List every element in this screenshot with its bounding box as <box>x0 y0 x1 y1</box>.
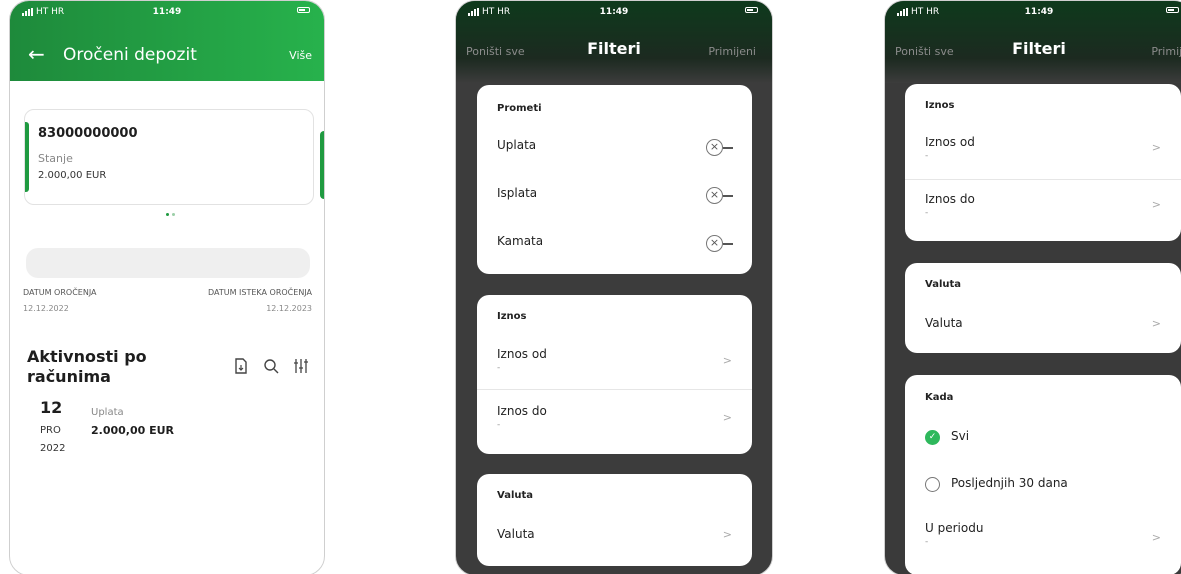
amount-from-value: - <box>497 363 501 373</box>
search-icon[interactable] <box>262 357 280 375</box>
transaction-month: PRO <box>40 425 61 436</box>
clock: 11:49 <box>1024 7 1054 17</box>
filters-screen-scrolled: HT HR 11:49 Poništi sve Filteri Primijen… <box>884 0 1181 574</box>
amount-title: Iznos <box>925 100 955 111</box>
account-number: 83000000000 <box>38 126 138 141</box>
isplata-toggle[interactable]: × <box>706 187 733 204</box>
amount-card: Iznos Iznos od - > Iznos do - > <box>477 295 752 454</box>
transaction-amount: 2.000,00 EUR <box>91 424 175 437</box>
filters-screen-turnover: HT HR 11:49 Poništi sve Filteri Primijen… <box>455 0 773 574</box>
balance-label: Stanje <box>38 152 73 165</box>
back-arrow-icon[interactable]: ← <box>28 42 45 66</box>
close-icon: × <box>706 139 723 156</box>
amount-from-row[interactable]: Iznos od <box>497 347 547 361</box>
battery-icon <box>1166 7 1179 13</box>
chevron-right-icon: > <box>1151 198 1161 211</box>
when-option-all[interactable]: Svi <box>951 429 969 443</box>
when-title: Kada <box>925 392 954 403</box>
when-option-30-days[interactable]: Posljednjih 30 dana <box>951 476 1068 490</box>
currency-card: Valuta Valuta > <box>905 263 1181 353</box>
when-card: Kada ✓ Svi Posljednjih 30 dana U periodu… <box>905 375 1181 574</box>
kamata-toggle[interactable]: × <box>706 235 733 252</box>
amount-card: Iznos Iznos od - > Iznos do - > <box>905 84 1181 241</box>
chevron-right-icon: > <box>1151 317 1161 330</box>
amount-to-value: - <box>925 208 929 218</box>
turnover-card: Prometi Uplata × Isplata × Kamata × <box>477 85 752 274</box>
apply-button[interactable]: Primijeni <box>1151 45 1181 58</box>
currency-title: Valuta <box>925 279 962 290</box>
end-date: 12.12.2023 <box>266 304 312 313</box>
currency-card: Valuta Valuta > <box>477 474 752 566</box>
battery-icon <box>745 7 758 13</box>
end-date-label: DATUM ISTEKA OROČENJA <box>207 288 312 297</box>
turnover-uplata: Uplata <box>497 138 537 152</box>
clock: 11:49 <box>599 7 629 17</box>
activity-heading: Aktivnosti po računima <box>27 347 147 386</box>
status-bar: HT HR 11:49 <box>456 1 772 23</box>
start-date: 12.12.2022 <box>23 304 69 313</box>
amount-from-value: - <box>925 151 929 161</box>
chevron-right-icon: > <box>1151 141 1161 154</box>
account-card[interactable]: 83000000000 Stanje 2.000,00 EUR <box>24 109 314 205</box>
currency-row[interactable]: Valuta <box>497 527 535 541</box>
start-date-label: DATUM OROČENJA <box>23 288 97 297</box>
apply-button[interactable]: Primijeni <box>708 45 756 58</box>
turnover-title: Prometi <box>497 103 542 114</box>
filter-header: Poništi sve Filteri Primijeni <box>885 37 1181 67</box>
clock: 11:49 <box>152 7 182 17</box>
filter-sliders-icon[interactable] <box>292 357 310 375</box>
currency-title: Valuta <box>497 490 534 501</box>
amount-from-row[interactable]: Iznos od <box>925 135 975 149</box>
turnover-kamata: Kamata <box>497 234 544 248</box>
filter-header: Poništi sve Filteri Primijeni <box>456 37 772 67</box>
activity-toolbar <box>232 357 310 375</box>
amount-to-value: - <box>497 420 501 430</box>
battery-icon <box>297 7 310 13</box>
period-row[interactable]: U periodu <box>925 521 983 535</box>
export-document-icon[interactable] <box>232 357 250 375</box>
check-icon[interactable]: ✓ <box>925 430 940 445</box>
status-bar: HT HR 11:49 <box>885 1 1181 23</box>
carousel-dots <box>166 213 175 216</box>
chevron-right-icon: > <box>722 354 732 367</box>
transaction-day: 12 <box>40 398 63 417</box>
balance-value: 2.000,00 EUR <box>38 170 107 181</box>
transaction-type: Uplata <box>91 407 124 418</box>
filter-title: Filteri <box>1012 39 1066 58</box>
amount-to-row[interactable]: Iznos do <box>925 192 975 206</box>
close-icon: × <box>706 235 723 252</box>
amount-to-row[interactable]: Iznos do <box>497 404 547 418</box>
account-screen: ← Oročeni depozit Više HT HR 11:49 83000… <box>9 0 325 574</box>
transaction-year: 2022 <box>40 443 66 454</box>
chevron-right-icon: > <box>722 411 732 424</box>
page-title: Oročeni depozit <box>63 45 197 65</box>
amount-title: Iznos <box>497 311 527 322</box>
radio-icon[interactable] <box>925 477 940 492</box>
turnover-isplata: Isplata <box>497 186 538 200</box>
progress-bar <box>26 248 310 278</box>
more-button[interactable]: Više <box>289 49 312 62</box>
close-icon: × <box>706 187 723 204</box>
chevron-right-icon: > <box>1151 531 1161 544</box>
next-account-card[interactable] <box>320 131 324 199</box>
currency-row[interactable]: Valuta <box>925 316 963 330</box>
status-bar: HT HR 11:49 <box>10 1 324 23</box>
uplata-toggle[interactable]: × <box>706 139 733 156</box>
chevron-right-icon: > <box>722 528 732 541</box>
period-value: - <box>925 537 929 547</box>
